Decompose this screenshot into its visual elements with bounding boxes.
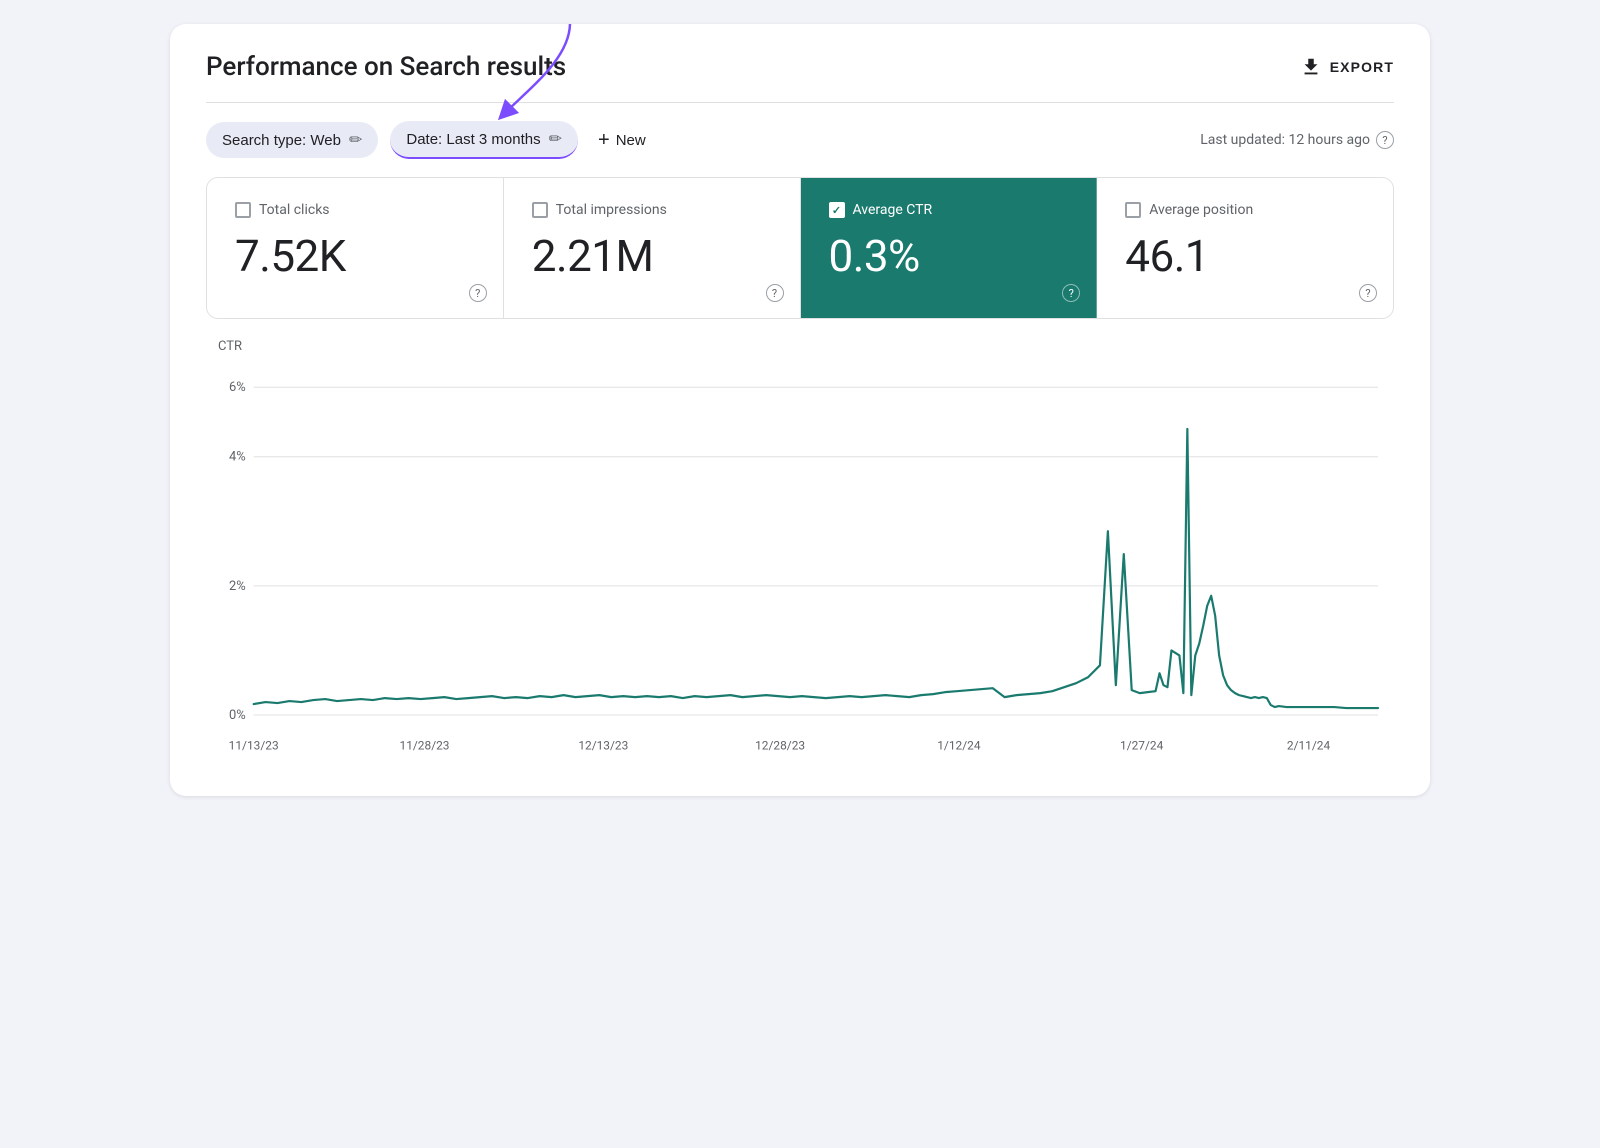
- svg-text:2/11/24: 2/11/24: [1287, 739, 1331, 753]
- average-ctr-label: Average CTR: [853, 202, 933, 218]
- last-updated-help-icon[interactable]: ?: [1376, 131, 1394, 149]
- total-clicks-label: Total clicks: [259, 202, 330, 218]
- search-type-edit-icon: ✏: [349, 130, 362, 150]
- average-position-label-row: Average position: [1125, 202, 1365, 218]
- svg-text:6%: 6%: [229, 380, 246, 395]
- metric-total-clicks[interactable]: Total clicks 7.52K ?: [207, 178, 504, 318]
- average-ctr-label-row: ✓ Average CTR: [829, 202, 1069, 218]
- total-impressions-checkbox[interactable]: [532, 202, 548, 218]
- new-button[interactable]: + New: [598, 129, 646, 152]
- average-position-help-icon[interactable]: ?: [1359, 284, 1377, 302]
- chart-svg: 6% 4% 2% 0% 11/13/23 11/28/23 12/13/23 1…: [206, 356, 1386, 776]
- metrics-row: Total clicks 7.52K ? Total impressions 2…: [206, 177, 1394, 319]
- metric-total-impressions[interactable]: Total impressions 2.21M ?: [504, 178, 801, 318]
- total-impressions-label-row: Total impressions: [532, 202, 772, 218]
- average-ctr-checkbox[interactable]: ✓: [829, 202, 845, 218]
- chart-section: CTR 6% 4% 2% 0% 11/13/23 1: [206, 319, 1394, 796]
- total-clicks-value: 7.52K: [235, 230, 475, 282]
- total-clicks-label-row: Total clicks: [235, 202, 475, 218]
- chart-wrapper: CTR 6% 4% 2% 0% 11/13/23 1: [206, 339, 1394, 776]
- last-updated-info: Last updated: 12 hours ago ?: [1200, 131, 1394, 149]
- search-type-label: Search type: Web: [222, 132, 341, 149]
- last-updated-text: Last updated: 12 hours ago: [1200, 132, 1370, 148]
- ctr-line: [254, 429, 1378, 708]
- svg-text:4%: 4%: [229, 450, 246, 465]
- total-clicks-help-icon[interactable]: ?: [469, 284, 487, 302]
- total-impressions-help-icon[interactable]: ?: [766, 284, 784, 302]
- export-label: EXPORT: [1330, 59, 1394, 75]
- date-filter[interactable]: Date: Last 3 months ✏: [390, 121, 578, 159]
- average-position-label: Average position: [1149, 202, 1253, 218]
- export-icon: [1300, 56, 1322, 78]
- svg-text:2%: 2%: [229, 579, 246, 594]
- average-ctr-help-icon[interactable]: ?: [1062, 284, 1080, 302]
- svg-text:1/12/24: 1/12/24: [937, 739, 981, 753]
- date-label: Date: Last 3 months: [406, 131, 540, 148]
- svg-text:12/13/23: 12/13/23: [578, 739, 628, 753]
- average-position-value: 46.1: [1125, 230, 1365, 282]
- metric-average-ctr[interactable]: ✓ Average CTR 0.3% ?: [801, 178, 1098, 318]
- total-impressions-label: Total impressions: [556, 202, 667, 218]
- svg-text:12/28/23: 12/28/23: [755, 739, 805, 753]
- export-button[interactable]: EXPORT: [1300, 56, 1394, 78]
- date-edit-icon: ✏: [549, 129, 562, 149]
- page-title: Performance on Search results: [206, 52, 566, 82]
- search-type-filter[interactable]: Search type: Web ✏: [206, 122, 378, 158]
- average-ctr-value: 0.3%: [829, 230, 1069, 282]
- total-impressions-value: 2.21M: [532, 230, 772, 282]
- card-header: Performance on Search results EXPORT: [170, 24, 1430, 102]
- total-clicks-checkbox[interactable]: [235, 202, 251, 218]
- filter-bar: Search type: Web ✏ Date: Last 3 months ✏…: [170, 103, 1430, 177]
- main-card: Performance on Search results EXPORT Sea…: [170, 24, 1430, 796]
- plus-icon: +: [598, 129, 610, 152]
- chart-y-label: CTR: [206, 339, 1386, 354]
- svg-text:1/27/24: 1/27/24: [1120, 739, 1164, 753]
- new-label: New: [616, 132, 646, 149]
- svg-text:11/28/23: 11/28/23: [400, 739, 450, 753]
- svg-text:11/13/23: 11/13/23: [229, 739, 279, 753]
- average-position-checkbox[interactable]: [1125, 202, 1141, 218]
- svg-text:0%: 0%: [229, 708, 246, 723]
- metric-average-position[interactable]: Average position 46.1 ?: [1097, 178, 1393, 318]
